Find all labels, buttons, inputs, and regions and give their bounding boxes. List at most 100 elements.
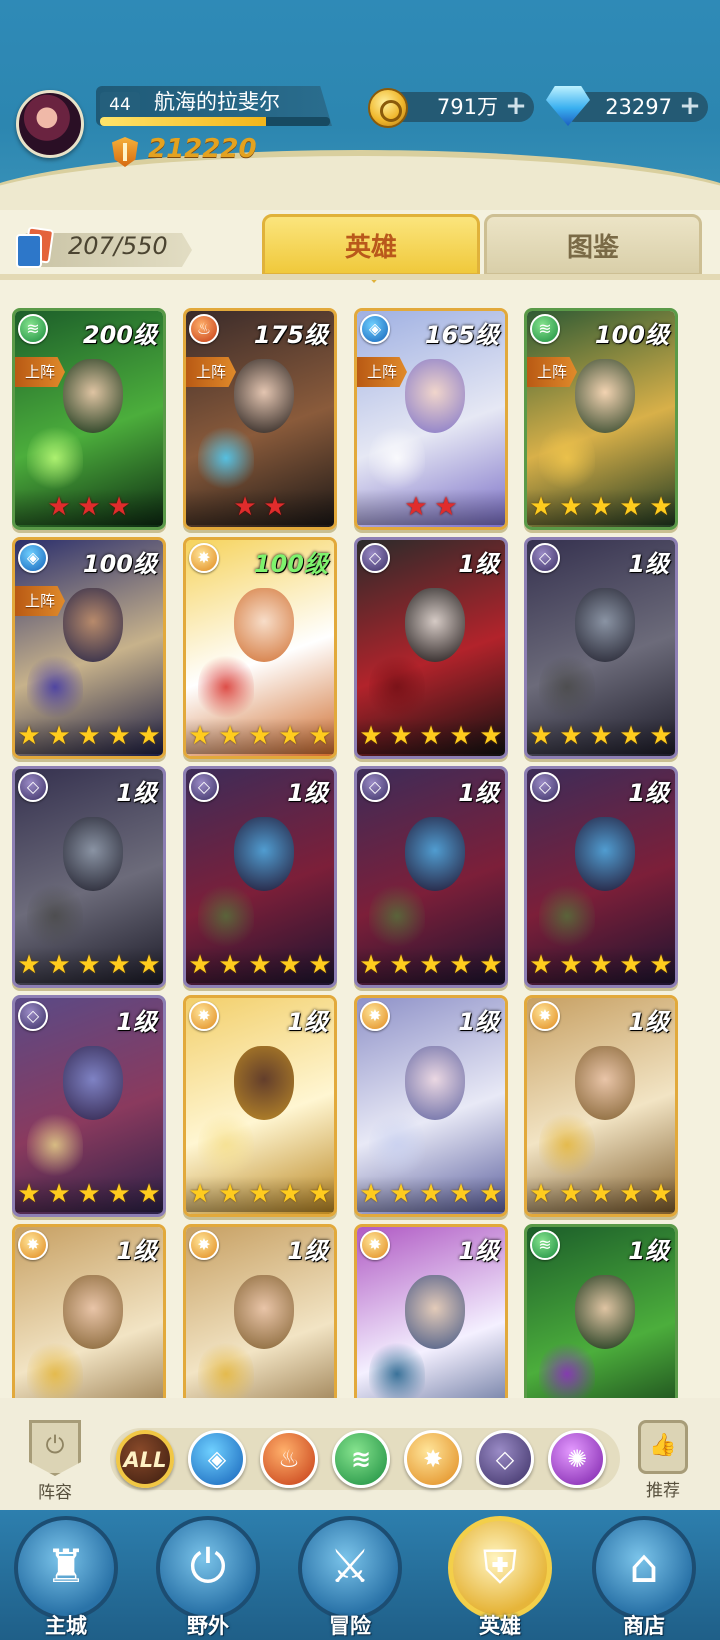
star-icon: ★: [308, 1179, 332, 1209]
star-icon: ★: [649, 492, 673, 522]
nav-shop[interactable]: ⌂ 商店: [584, 1516, 704, 1640]
filter-arcane-icon[interactable]: ✺: [548, 1430, 606, 1488]
star-rating: ★ ★ ★ ★ ★: [357, 1176, 505, 1212]
hero-detail: [27, 1110, 83, 1180]
star-icon: ★: [479, 1179, 503, 1209]
hero-level: 165级: [424, 321, 499, 349]
cards-icon: [16, 226, 55, 270]
hero-card[interactable]: ✸1级★★★★★: [524, 995, 678, 1217]
hero-face: [575, 588, 635, 662]
hero-card[interactable]: ✸1级★★★★★: [183, 995, 337, 1217]
hero-card[interactable]: ✸ 100级 ★ ★ ★ ★ ★: [183, 537, 337, 759]
player-avatar[interactable]: [16, 90, 84, 158]
star-icon: ★: [389, 950, 413, 980]
hero-card[interactable]: ◇ 1级 ★ ★ ★ ★ ★: [12, 766, 166, 988]
star-icon: ★: [47, 492, 71, 522]
star-icon: ★: [434, 492, 458, 522]
hero-face: [234, 359, 294, 433]
dark-element-icon: ◇: [530, 543, 560, 573]
hero-face: [405, 1046, 465, 1120]
star-icon: ★: [589, 492, 613, 522]
hero-card[interactable]: ◈ 165级 上阵 ★ ★: [354, 308, 508, 530]
filter-light-icon[interactable]: ✸: [404, 1430, 462, 1488]
hero-card[interactable]: ◇ 1级 ★ ★ ★ ★ ★: [524, 537, 678, 759]
star-icon: ★: [404, 492, 428, 522]
panel-divider: [0, 274, 720, 280]
hero-card[interactable]: ◇ 1级 ★ ★ ★ ★ ★: [12, 995, 166, 1217]
star-icon: ★: [419, 950, 443, 980]
hero-level: 1级: [628, 1008, 669, 1036]
filter-water-icon[interactable]: ◈: [188, 1430, 246, 1488]
tab-codex[interactable]: 图鉴: [484, 214, 702, 276]
star-icon: ★: [589, 950, 613, 980]
recommend-button[interactable]: 推荐: [626, 1420, 700, 1501]
hero-card[interactable]: ✸1级★★★★★: [354, 995, 508, 1217]
recommend-label: 推荐: [646, 1481, 680, 1501]
star-icon: ★: [479, 950, 503, 980]
hero-card[interactable]: ≋1级★★★★★: [524, 1224, 678, 1398]
hero-card[interactable]: ◇ 1级 ★ ★ ★ ★ ★: [354, 537, 508, 759]
hero-detail: [198, 1110, 254, 1180]
portal-icon: ⏻: [156, 1516, 260, 1620]
hero-card[interactable]: ♨ 175级 上阵 ★ ★: [183, 308, 337, 530]
hero-level: 1级: [628, 550, 669, 578]
hero-face: [63, 359, 123, 433]
tab-heroes[interactable]: 英雄: [262, 214, 480, 283]
hero-card[interactable]: ◇ 1级 ★ ★ ★ ★ ★: [354, 766, 508, 988]
star-icon: ★: [649, 1179, 673, 1209]
hero-card[interactable]: ≋ 100级 上阵 ★ ★ ★ ★ ★: [524, 308, 678, 530]
hero-card[interactable]: ✸1级★★★★★: [12, 1224, 166, 1398]
star-icon: ★: [529, 1179, 553, 1209]
nav-label: 野外: [187, 1614, 229, 1638]
star-icon: ★: [359, 1179, 383, 1209]
star-rating: ★ ★ ★ ★ ★: [15, 1176, 163, 1212]
star-icon: ★: [17, 950, 41, 980]
star-icon: ★: [107, 1179, 131, 1209]
add-gem-button[interactable]: +: [678, 93, 702, 119]
star-rating: ★ ★ ★ ★ ★: [186, 718, 334, 754]
hero-card[interactable]: ◇ 1级 ★ ★ ★ ★ ★: [183, 766, 337, 988]
hero-card[interactable]: ✸1级★★★★★: [183, 1224, 337, 1398]
header: 44 航海的拉斐尔 212220 791万 + 23297 +: [0, 0, 720, 210]
star-rating: ★ ★ ★ ★ ★: [527, 718, 675, 754]
hero-card[interactable]: ◇ 1级 ★ ★ ★ ★ ★: [524, 766, 678, 988]
nav-adventure[interactable]: ⚔ 冒险: [290, 1516, 410, 1640]
star-icon: ★: [359, 950, 383, 980]
filter-all[interactable]: ALL: [116, 1430, 174, 1488]
hero-detail: [198, 881, 254, 951]
hero-card[interactable]: ◈ 100级 上阵 ★ ★ ★ ★ ★: [12, 537, 166, 759]
hero-level: 100级: [253, 550, 328, 578]
wind-element-icon: ≋: [530, 1230, 560, 1260]
nav-city[interactable]: ♜ 主城: [6, 1516, 126, 1640]
hero-card[interactable]: ✸1级★★★★★: [354, 1224, 508, 1398]
nav-heroes[interactable]: ⛨ 英雄: [440, 1516, 560, 1640]
filter-wind-icon[interactable]: ≋: [332, 1430, 390, 1488]
star-icon: ★: [389, 721, 413, 751]
hero-face: [405, 588, 465, 662]
hero-face: [405, 1275, 465, 1349]
fire-element-icon: ♨: [189, 314, 219, 344]
star-rating: ★ ★ ★ ★ ★: [357, 718, 505, 754]
nav-wild[interactable]: ⏻ 野外: [148, 1516, 268, 1640]
light-element-icon: ✸: [189, 1230, 219, 1260]
star-rating: ★ ★: [357, 489, 505, 525]
formation-icon: [29, 1420, 81, 1476]
hero-face: [63, 588, 123, 662]
dark-element-icon: ◇: [360, 543, 390, 573]
xp-bar: [100, 117, 330, 126]
thumbs-up-icon: [638, 1420, 688, 1474]
add-gold-button[interactable]: +: [504, 93, 528, 119]
deployed-tag: 上阵: [527, 357, 577, 387]
formation-button[interactable]: 阵容: [18, 1420, 92, 1503]
star-icon: ★: [218, 721, 242, 751]
star-icon: ★: [137, 1179, 161, 1209]
hero-level: 1级: [628, 779, 669, 807]
filter-dark-icon[interactable]: ◇: [476, 1430, 534, 1488]
hero-detail: [198, 423, 254, 493]
star-icon: ★: [107, 950, 131, 980]
filter-fire-icon[interactable]: ♨: [260, 1430, 318, 1488]
hero-detail: [539, 881, 595, 951]
star-icon: ★: [77, 721, 101, 751]
hero-card[interactable]: ≋ 200级 上阵 ★ ★ ★: [12, 308, 166, 530]
gold-amount: 791万: [436, 95, 498, 119]
